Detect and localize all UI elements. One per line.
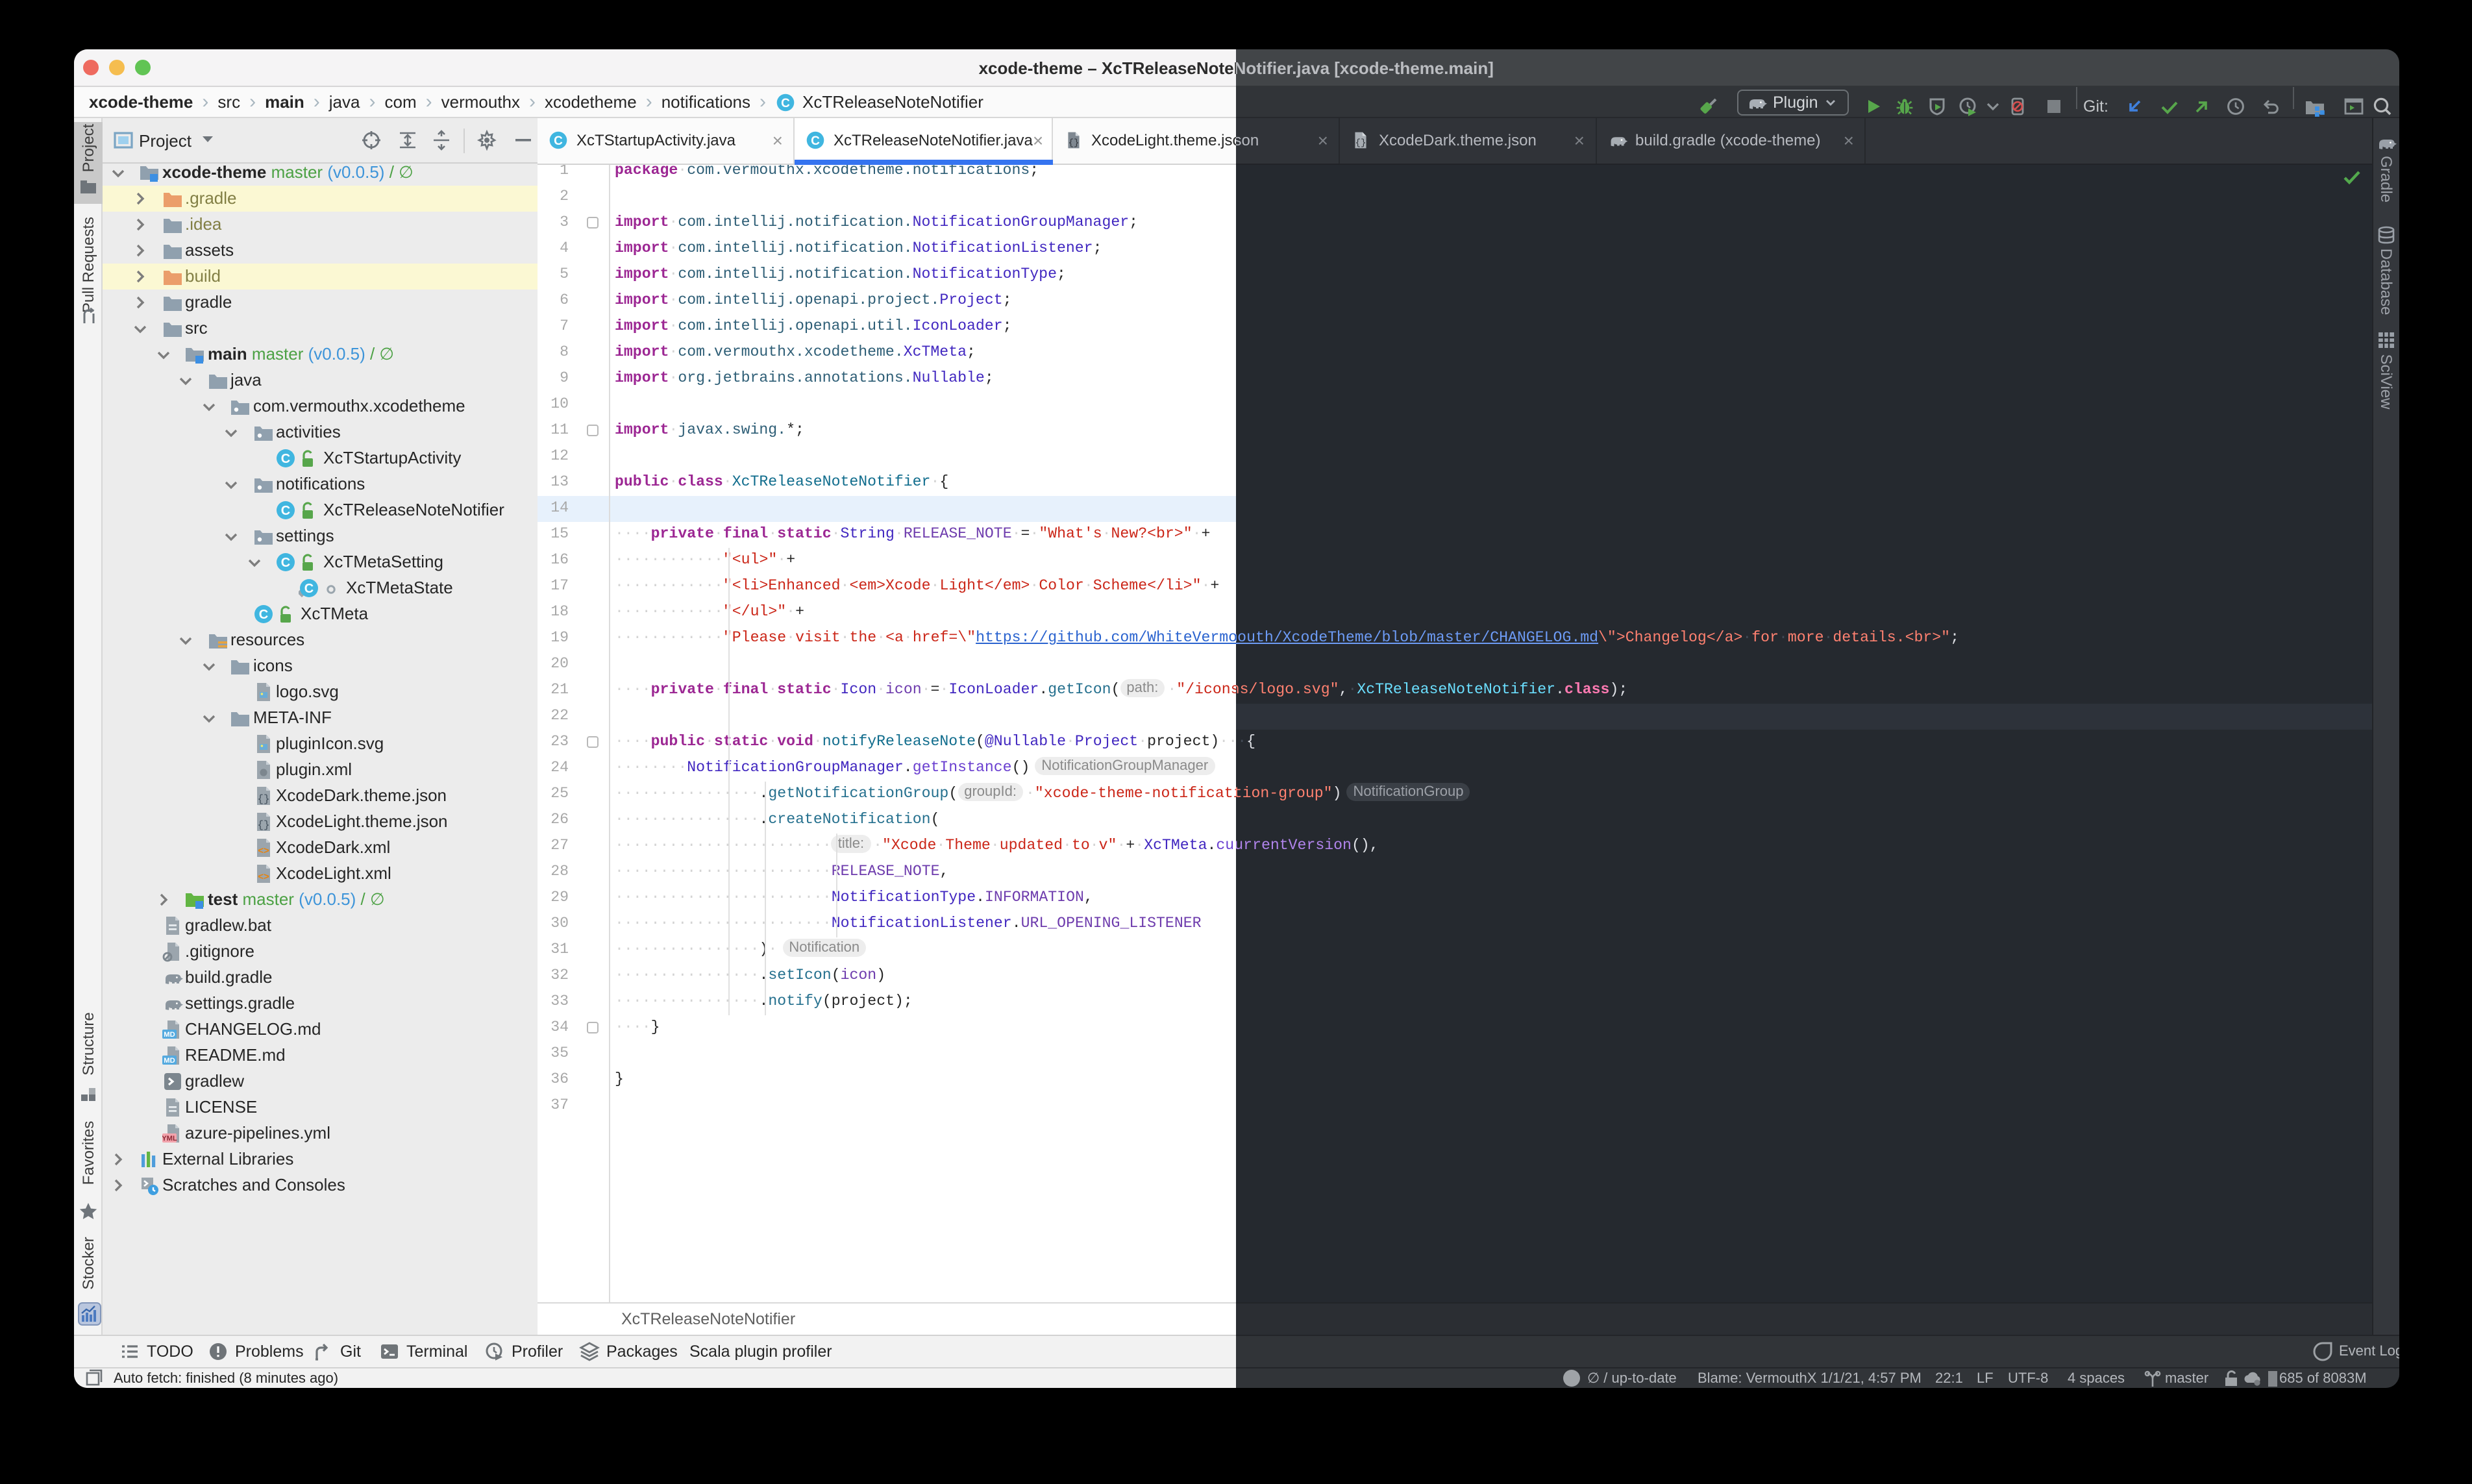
svg-text:C: C — [281, 504, 290, 518]
svg-text:{}: {} — [256, 819, 269, 831]
svg-text:YML: YML — [162, 1135, 177, 1143]
svg-text:C: C — [281, 556, 290, 570]
svg-text:C: C — [781, 96, 790, 110]
svg-text:MD: MD — [163, 1031, 174, 1039]
svg-text:{}: {} — [1067, 138, 1078, 149]
svg-text:MD: MD — [163, 1057, 174, 1065]
svg-text:C: C — [554, 134, 563, 148]
svg-text:C: C — [258, 608, 267, 622]
svg-text:C: C — [811, 134, 820, 148]
svg-text:C: C — [304, 582, 313, 596]
svg-text:C: C — [281, 452, 290, 466]
svg-text:<>: <> — [257, 845, 269, 856]
svg-text:{}: {} — [256, 793, 269, 805]
svg-text:<>: <> — [257, 871, 269, 882]
svg-text:{}: {} — [1355, 138, 1366, 149]
